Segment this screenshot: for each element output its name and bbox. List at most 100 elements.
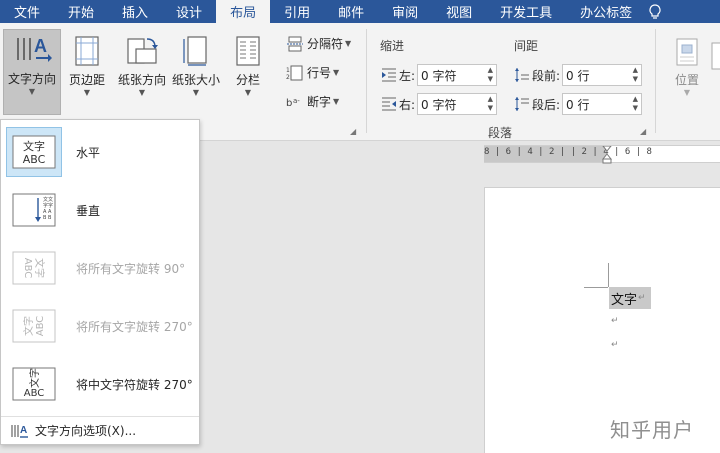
menu-item-rotate-90[interactable]: 文字 ABC 将所有文字旋转 90° — [4, 240, 197, 296]
paragraph-mark: ↵ — [611, 316, 619, 326]
tab-references[interactable]: 引用 — [270, 0, 324, 23]
svg-text:2: 2 — [286, 74, 290, 81]
position-button[interactable]: 位置 ▼ — [668, 37, 706, 98]
rotate-asian-text-icon: 文字 ABC — [6, 359, 62, 409]
svg-text:文字: 文字 — [28, 368, 41, 388]
chevron-down-icon: ▼ — [28, 87, 36, 96]
indent-right-row: 右: 0 字符 ▲ ▼ — [381, 93, 498, 115]
tab-mailings[interactable]: 邮件 — [324, 0, 378, 23]
watermark: 知乎用户 — [610, 418, 694, 442]
menu-item-horizontal[interactable]: 文字 ABC 水平 — [4, 124, 197, 180]
text-direction-options-item[interactable]: A 文字方向选项(X)... — [1, 416, 199, 444]
chevron-down-icon: ▼ — [333, 68, 340, 77]
paragraph-mark: ↵ — [611, 340, 619, 350]
paragraph-launcher-icon[interactable]: ◢ — [640, 127, 646, 136]
svg-text:ABC: ABC — [35, 316, 46, 337]
spacing-before-row: 段前: 0 行 ▲ ▼ — [514, 64, 643, 86]
text-direction-menu: 文字 ABC 水平 文字AB 文字AB 垂直 文字 ABC 将所有文字旋转 90… — [0, 119, 200, 445]
breaks-label: 分隔符 — [307, 37, 344, 51]
menu-item-label: 水平 — [76, 145, 101, 160]
rotate-270-text-icon: 文字 ABC — [6, 301, 62, 351]
rotate-90-text-icon: 文字 ABC — [6, 243, 62, 293]
svg-text:ABC: ABC — [23, 153, 46, 166]
tab-home[interactable]: 开始 — [54, 0, 108, 23]
columns-icon — [236, 36, 260, 66]
chevron-down-icon: ▼ — [683, 88, 691, 97]
indent-heading: 缩进 — [380, 39, 405, 53]
margins-label: 页边距 — [68, 73, 105, 87]
paragraph-mark: ↵ — [638, 293, 646, 303]
menu-item-rotate-asian-270[interactable]: 文字 ABC 将中文字符旋转 270° — [4, 356, 197, 412]
svg-text:B: B — [43, 215, 47, 221]
spacing-after-row: 段后: 0 行 ▲ ▼ — [514, 93, 643, 115]
page-setup-launcher-icon[interactable]: ◢ — [350, 127, 356, 136]
line-numbers-icon: 1 2 — [286, 65, 303, 81]
ribbon-tab-bar: 文件 开始 插入 设计 布局 引用 邮件 审阅 视图 开发工具 办公标签 — [0, 0, 720, 23]
line-numbers-button[interactable]: 1 2 行号 ▼ — [286, 64, 339, 81]
tab-review[interactable]: 审阅 — [378, 0, 432, 23]
hyphenation-icon: b a- — [286, 97, 300, 109]
text-direction-icon: A — [17, 36, 52, 62]
svg-text:b: b — [286, 98, 292, 109]
menu-item-vertical[interactable]: 文字AB 文字AB 垂直 — [4, 182, 197, 238]
indent-marker-icon[interactable] — [602, 146, 612, 164]
chevron-down-icon: ▼ — [345, 39, 352, 48]
size-label: 纸张大小 — [171, 73, 220, 87]
text-direction-label: 文字方向 — [7, 72, 56, 86]
indent-right-label: 右: — [399, 97, 416, 112]
svg-text:ABC: ABC — [22, 258, 33, 279]
ribbon-overflow-edge — [710, 41, 720, 121]
position-icon — [676, 38, 698, 66]
tab-office-tab[interactable]: 办公标签 — [566, 0, 646, 23]
text-direction-button[interactable]: A 文字方向 ▼ — [3, 29, 61, 115]
orientation-icon — [127, 38, 158, 64]
line-numbers-label: 行号 — [307, 66, 332, 80]
crop-mark — [584, 287, 608, 288]
spin-arrows-icon[interactable]: ▲ ▼ — [488, 66, 493, 84]
menu-item-rotate-270[interactable]: 文字 ABC 将所有文字旋转 270° — [4, 298, 197, 354]
spin-arrows-icon[interactable]: ▲ ▼ — [633, 66, 638, 84]
text-direction-options-icon: A — [11, 424, 28, 438]
tab-design[interactable]: 设计 — [162, 0, 216, 23]
spacing-before-icon — [515, 68, 529, 82]
columns-button[interactable]: 分栏 ▼ — [228, 35, 268, 98]
size-button[interactable]: 纸张大小 ▼ — [170, 35, 222, 98]
spacing-after-icon — [515, 97, 529, 111]
svg-text:字: 字 — [48, 202, 53, 209]
chevron-down-icon: ▼ — [138, 88, 146, 97]
spin-arrows-icon[interactable]: ▲ ▼ — [633, 95, 638, 113]
tab-insert[interactable]: 插入 — [108, 0, 162, 23]
columns-label: 分栏 — [235, 73, 260, 87]
spacing-before-input[interactable]: 0 行 ▲ ▼ — [562, 64, 643, 86]
svg-text:ABC: ABC — [24, 388, 45, 399]
tab-layout[interactable]: 布局 — [216, 0, 271, 23]
hyphenation-button[interactable]: b a- 断字 ▼ — [286, 93, 339, 110]
tab-view[interactable]: 视图 — [432, 0, 486, 23]
selected-text[interactable]: 文字 ↵ — [609, 287, 651, 309]
orientation-label: 纸张方向 — [117, 73, 166, 87]
paragraph-group-label: 段落 — [488, 126, 513, 140]
tab-developer[interactable]: 开发工具 — [486, 0, 566, 23]
orientation-button[interactable]: 纸张方向 ▼ — [114, 35, 170, 98]
position-label: 位置 — [674, 73, 699, 87]
indent-right-icon — [382, 97, 396, 111]
vertical-text-icon: 文字AB 文字AB — [6, 185, 62, 235]
menu-item-label: 将所有文字旋转 90° — [76, 261, 186, 276]
crop-mark — [608, 263, 609, 287]
spacing-heading: 间距 — [514, 39, 539, 53]
horizontal-ruler[interactable]: 8 | 6 | 4 | 2 | | 2 | 4 | 6 | 8 — [484, 145, 720, 164]
spin-arrows-icon[interactable]: ▲ ▼ — [488, 95, 493, 113]
indent-right-input[interactable]: 0 字符 ▲ ▼ — [417, 93, 498, 115]
svg-text:1: 1 — [286, 67, 290, 74]
indent-left-input[interactable]: 0 字符 ▲ ▼ — [417, 64, 498, 86]
spacing-after-input[interactable]: 0 行 ▲ ▼ — [562, 93, 643, 115]
menu-item-label: 垂直 — [76, 203, 101, 218]
margins-icon — [75, 36, 99, 66]
breaks-button[interactable]: 分隔符 ▼ — [286, 35, 351, 52]
spacing-after-label: 段后: — [532, 97, 561, 112]
svg-text:文: 文 — [48, 196, 53, 203]
lightbulb-icon[interactable] — [646, 0, 662, 23]
margins-button[interactable]: 页边距 ▼ — [64, 35, 110, 98]
tab-file[interactable]: 文件 — [0, 0, 54, 23]
chevron-down-icon: ▼ — [244, 88, 252, 97]
